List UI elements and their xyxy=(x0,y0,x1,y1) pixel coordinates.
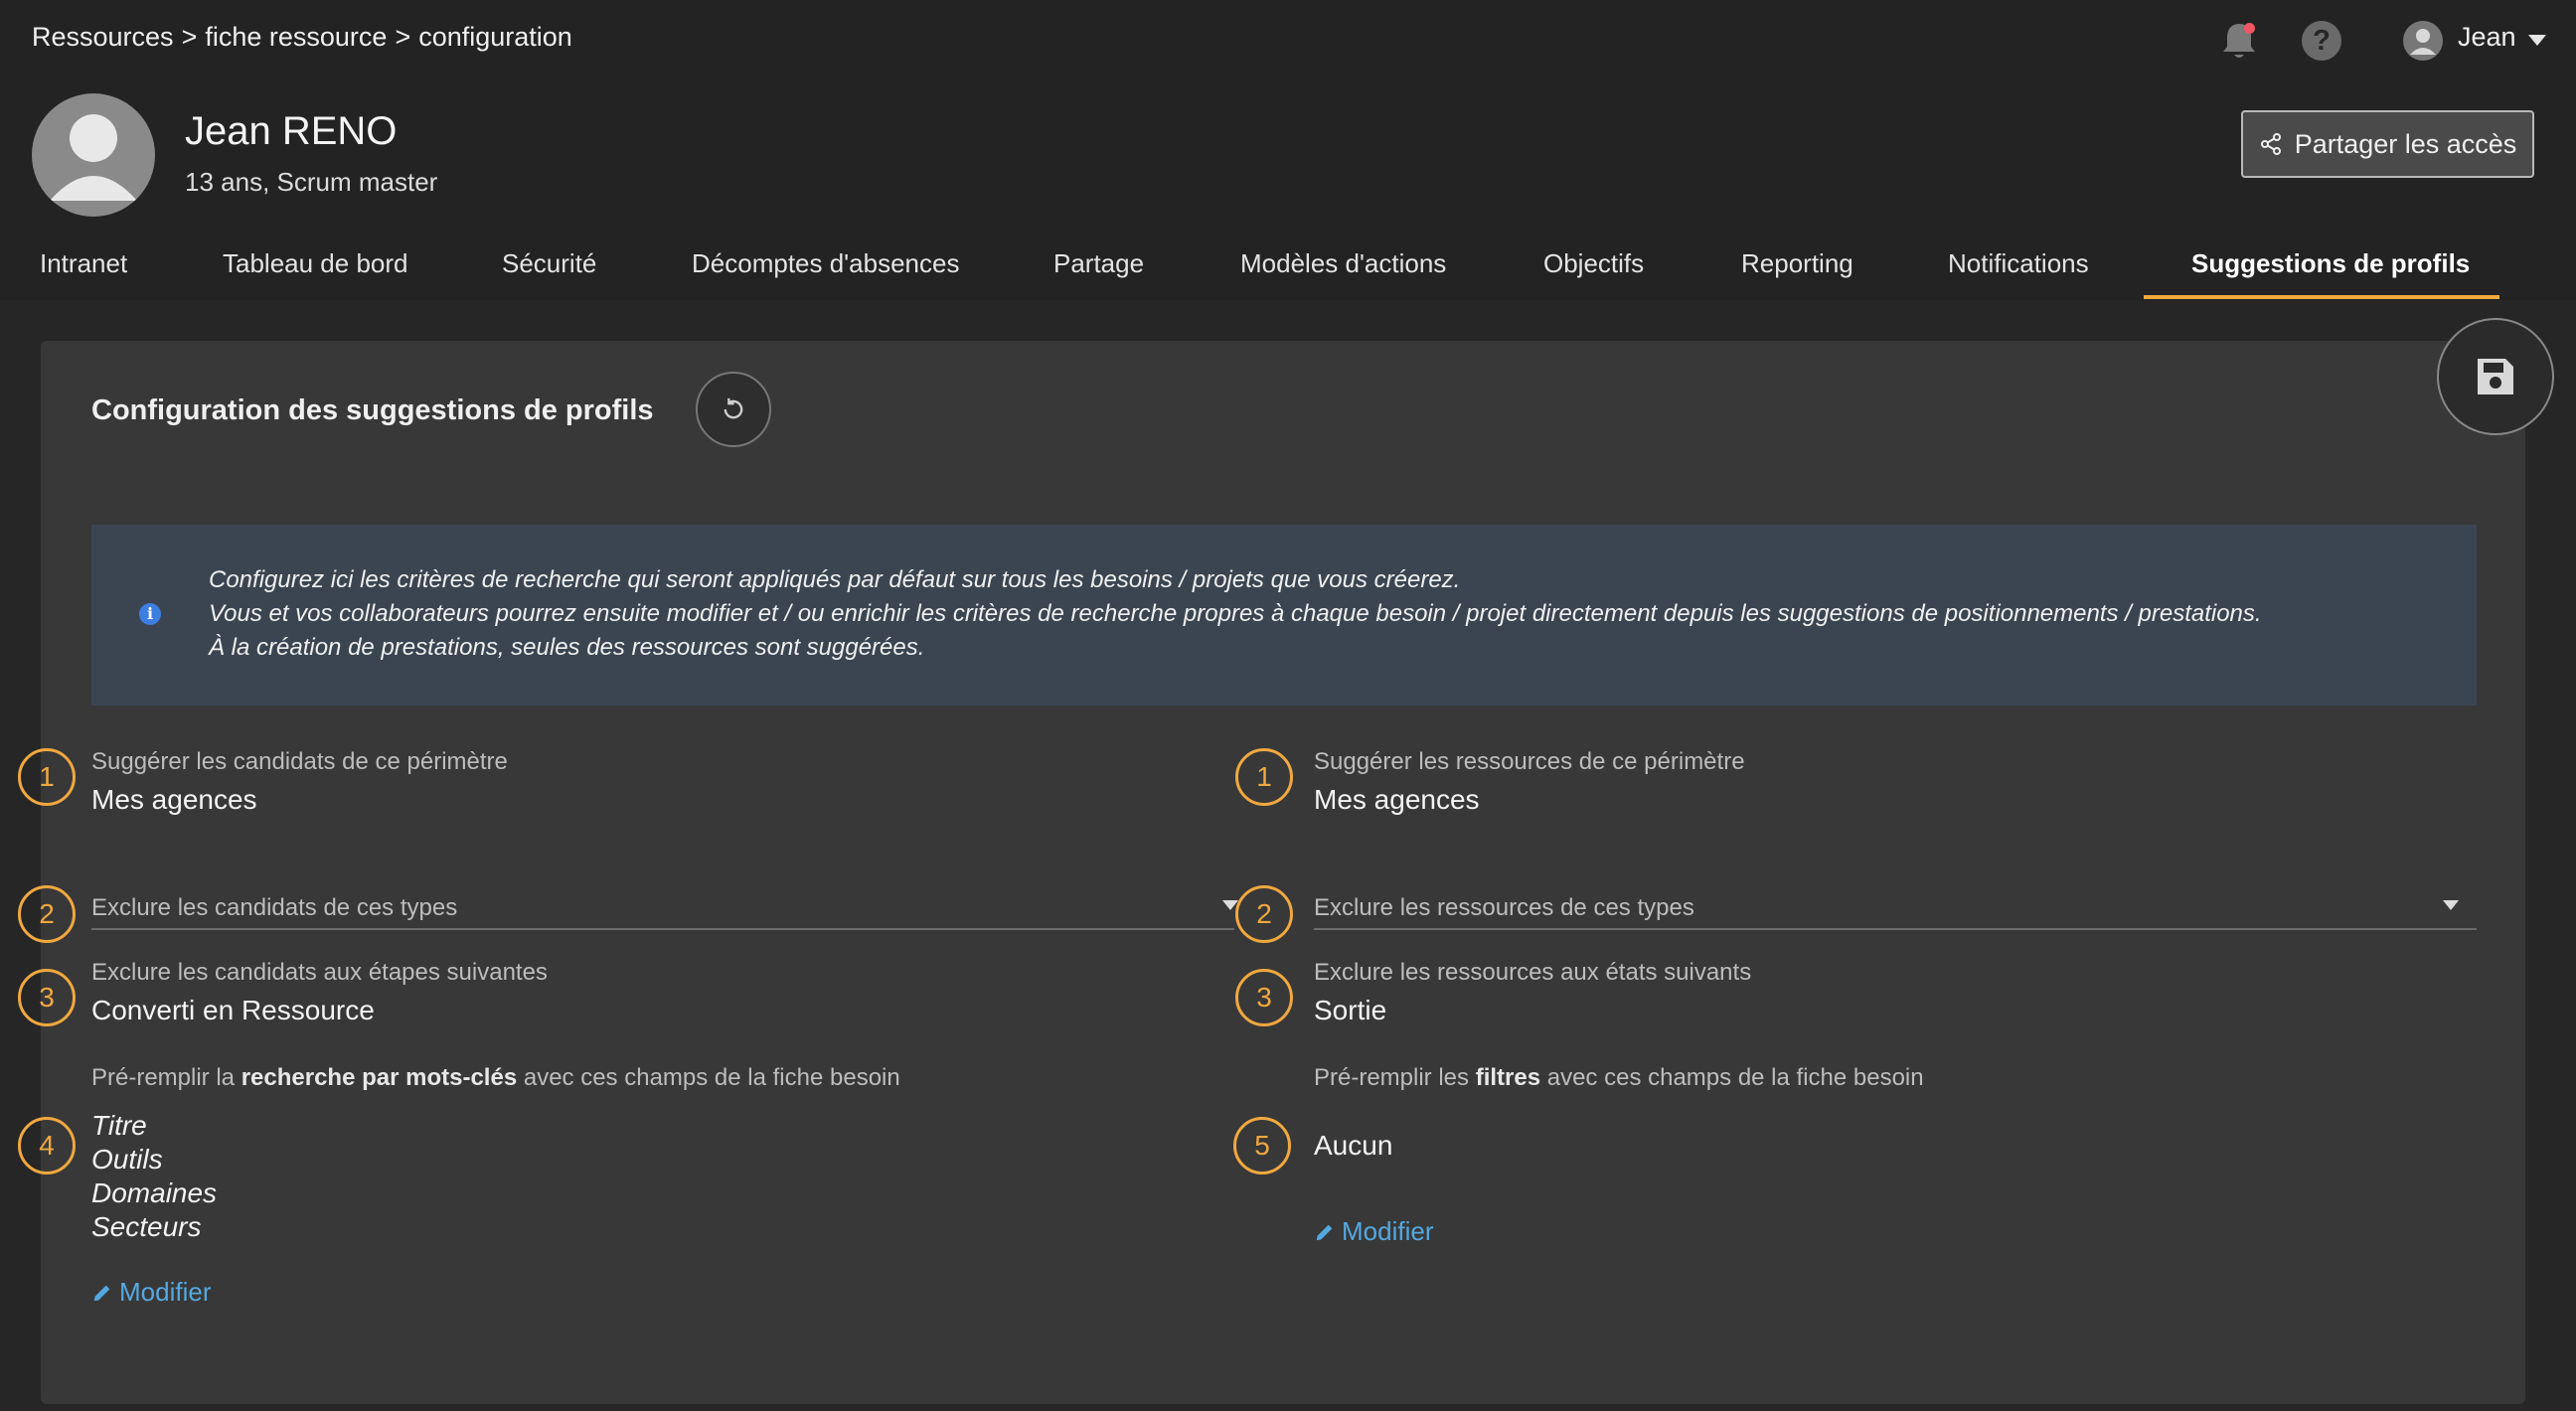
section-title: Configuration des suggestions de profils xyxy=(91,394,654,426)
breadcrumb-item-fiche-ressource[interactable]: fiche ressource xyxy=(205,22,387,53)
share-access-label: Partager les accès xyxy=(2294,128,2517,159)
user-name[interactable]: Jean xyxy=(2458,22,2516,53)
resources-perimeter-label: Suggérer les ressources de ce périmètre xyxy=(1314,748,1745,775)
info-line-1: Configurez ici les critères de recherche… xyxy=(209,566,1461,593)
step-number-4: 4 xyxy=(18,1117,76,1175)
step-number-2: 2 xyxy=(1235,885,1293,943)
share-icon xyxy=(2260,133,2281,155)
user-avatar-icon[interactable] xyxy=(2403,21,2443,61)
keyword-prefill-label-pre: Pré-remplir la xyxy=(91,1064,242,1091)
keyword-prefill-fields: Titre Outils Domaines Secteurs xyxy=(91,1109,217,1244)
keyword-prefill-label-bold: recherche par mots-clés xyxy=(241,1064,518,1091)
profile-name: Jean RENO xyxy=(185,109,398,153)
filters-prefill-value: Aucun xyxy=(1314,1130,1393,1161)
step-number-2: 2 xyxy=(18,885,76,943)
tab-bar: Intranet Tableau de bord Sécurité Décomp… xyxy=(0,229,2576,300)
candidates-perimeter-label: Suggérer les candidats de ce périmètre xyxy=(91,748,508,775)
modify-keywords-link[interactable]: Modifier xyxy=(91,1277,211,1308)
candidates-perimeter-value[interactable]: Mes agences xyxy=(91,784,257,816)
select-underline xyxy=(91,928,1234,930)
tab-notifications[interactable]: Notifications xyxy=(1948,248,2089,279)
active-tab-indicator xyxy=(2144,295,2499,299)
step-number-1: 1 xyxy=(18,748,76,806)
keyword-prefill-label-post: avec ces champs de la fiche besoin xyxy=(517,1064,900,1091)
prefill-field: Domaines xyxy=(91,1177,218,1208)
pencil-icon xyxy=(1316,1224,1333,1240)
step-number-1: 1 xyxy=(1235,748,1293,806)
resources-perimeter-value[interactable]: Mes agences xyxy=(1314,784,1480,816)
pencil-icon xyxy=(93,1285,110,1301)
exclude-candidate-steps-label: Exclure les candidats aux étapes suivant… xyxy=(91,959,548,986)
info-line-3: À la création de prestations, seules des… xyxy=(209,634,925,661)
modify-filters-link[interactable]: Modifier xyxy=(1314,1216,1433,1247)
tab-modeles-actions[interactable]: Modèles d'actions xyxy=(1240,248,1446,279)
exclude-resource-states-value[interactable]: Sortie xyxy=(1314,995,1386,1026)
breadcrumb-item-configuration: configuration xyxy=(418,22,572,52)
keyword-prefill-label: Pré-remplir la recherche par mots-clés a… xyxy=(91,1064,900,1092)
dropdown-caret-icon[interactable] xyxy=(2443,900,2459,910)
breadcrumb-item-ressources[interactable]: Ressources xyxy=(32,22,174,53)
share-access-button[interactable]: Partager les accès xyxy=(2241,110,2534,178)
caret-down-icon[interactable] xyxy=(2528,35,2546,46)
profile-avatar xyxy=(32,93,155,217)
tab-decomptes-absences[interactable]: Décomptes d'absences xyxy=(692,248,959,279)
select-underline xyxy=(1314,928,2477,930)
info-line-2: Vous et vos collaborateurs pourrez ensui… xyxy=(209,600,2262,627)
info-text: Configurez ici les critères de recherche… xyxy=(209,563,2262,665)
prefill-field: Titre xyxy=(91,1110,147,1141)
breadcrumb: Ressources > fiche ressource > configura… xyxy=(32,22,572,53)
tab-partage[interactable]: Partage xyxy=(1053,248,1144,279)
filters-prefill-label-post: avec ces champs de la fiche besoin xyxy=(1540,1064,1924,1091)
modify-keywords-label: Modifier xyxy=(119,1277,212,1307)
filters-prefill-label-pre: Pré-remplir les xyxy=(1314,1064,1476,1091)
floppy-disk-icon xyxy=(2478,359,2513,394)
breadcrumb-separator: > xyxy=(181,22,198,52)
breadcrumb-separator: > xyxy=(395,22,411,52)
info-icon: i xyxy=(139,603,161,625)
profile-subtitle: 13 ans, Scrum master xyxy=(185,167,438,197)
configuration-card xyxy=(41,341,2525,1404)
undo-icon xyxy=(724,397,743,419)
tab-suggestions-de-profils[interactable]: Suggestions de profils xyxy=(2191,248,2470,279)
reset-button[interactable] xyxy=(696,372,771,447)
exclude-resource-types-select[interactable]: Exclure les ressources de ces types xyxy=(1314,894,1694,922)
prefill-field: Secteurs xyxy=(91,1211,202,1242)
step-number-3: 3 xyxy=(1235,969,1293,1026)
filters-prefill-label: Pré-remplir les filtres avec ces champs … xyxy=(1314,1064,1924,1092)
tab-objectifs[interactable]: Objectifs xyxy=(1543,248,1644,279)
step-number-5: 5 xyxy=(1233,1117,1291,1175)
modify-filters-label: Modifier xyxy=(1342,1216,1434,1246)
step-number-3: 3 xyxy=(18,969,76,1026)
prefill-field: Outils xyxy=(91,1144,163,1175)
tab-tableau-de-bord[interactable]: Tableau de bord xyxy=(223,248,407,279)
exclude-resource-states-label: Exclure les ressources aux états suivant… xyxy=(1314,959,1752,986)
exclude-candidate-types-select[interactable]: Exclure les candidats de ces types xyxy=(91,894,457,922)
notification-dot xyxy=(2244,23,2255,34)
exclude-candidate-steps-value[interactable]: Converti en Ressource xyxy=(91,995,375,1026)
save-button[interactable] xyxy=(2437,318,2554,435)
tab-reporting[interactable]: Reporting xyxy=(1741,248,1853,279)
tab-intranet[interactable]: Intranet xyxy=(40,248,127,279)
tab-securite[interactable]: Sécurité xyxy=(502,248,596,279)
filters-prefill-label-bold: filtres xyxy=(1475,1064,1541,1091)
help-icon[interactable]: ? xyxy=(2302,21,2341,61)
